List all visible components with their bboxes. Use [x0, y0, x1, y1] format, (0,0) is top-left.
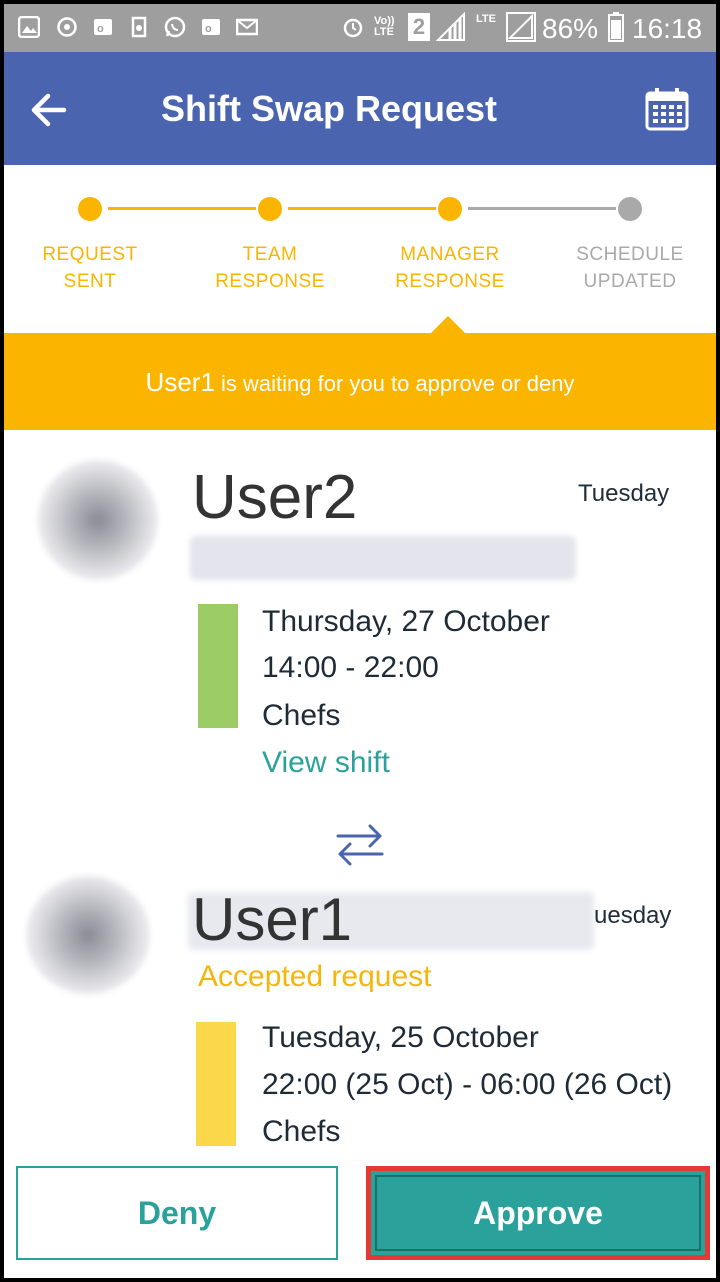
shift-date: Thursday, 27 October [262, 605, 550, 638]
gallery-icon [18, 16, 40, 38]
step-dot-team-response [258, 197, 282, 221]
app-screen: o o Vo)) LTE 2 LTE 86% 16:18 Shift Swap R… [4, 4, 716, 1278]
app-bar: Shift Swap Request [4, 52, 716, 165]
network-label: LTE [476, 13, 496, 25]
banner-pointer [430, 316, 466, 334]
svg-text:o: o [97, 23, 104, 35]
sync-icon [57, 17, 77, 37]
shift-group: Chefs [262, 1115, 341, 1148]
redacted-subtitle [190, 536, 576, 580]
avatar [26, 876, 150, 994]
step-label-line: MANAGER [400, 244, 500, 265]
alarm-icon [343, 18, 363, 38]
shift-time: 14:00 - 22:00 [262, 651, 439, 684]
shift-date: Tuesday, 25 October [262, 1021, 539, 1054]
step-label-line: RESPONSE [215, 271, 325, 292]
recycle-icon [131, 16, 147, 38]
shift-group: Chefs [262, 699, 341, 732]
step-label-line: TEAM [242, 244, 298, 265]
volte-label: Vo)) LTE [374, 15, 395, 38]
battery-percent: 86% [542, 13, 599, 44]
calendar-icon[interactable] [644, 86, 690, 132]
banner-message: User1 is waiting for you to approve or d… [4, 367, 716, 398]
step-label-schedule-updated: SCHEDULE UPDATED [560, 241, 700, 295]
responder-day: uesday [594, 902, 672, 929]
shift-color-bar [196, 1022, 236, 1146]
mail-icon [236, 18, 258, 36]
status-accepted: Accepted request [198, 960, 432, 993]
svg-text:o: o [205, 23, 212, 35]
approve-button-label: Approve [473, 1194, 603, 1231]
swap-arrows-icon [336, 824, 384, 866]
shift-color-bar [198, 604, 238, 728]
avatar [38, 460, 158, 580]
status-bar: o o Vo)) LTE 2 LTE 86% 16:18 [4, 4, 716, 52]
signal-icon [506, 12, 536, 42]
outlook-icon: o [94, 19, 112, 35]
shift-time: 22:00 (25 Oct) - 06:00 (26 Oct) [262, 1068, 673, 1101]
progress-steps: REQUEST SENT TEAM RESPONSE MANAGER RESPO… [4, 165, 716, 333]
step-label-manager-response: MANAGER RESPONSE [380, 241, 520, 295]
step-dot-schedule-updated [618, 197, 642, 221]
whatsapp-icon [164, 16, 186, 38]
banner-text: is waiting for you to approve or deny [214, 371, 575, 396]
sim-indicator: 2 [408, 13, 430, 41]
approve-button[interactable]: Approve [366, 1166, 710, 1260]
requester-day: Tuesday [578, 480, 670, 507]
view-shift-link[interactable]: View shift [262, 746, 390, 780]
signal-icon [436, 12, 465, 41]
step-label-line: SENT [63, 271, 117, 292]
step-label-request-sent: REQUEST SENT [20, 241, 160, 295]
step-label-line: SCHEDULE [576, 244, 684, 265]
step-label-line: UPDATED [583, 271, 677, 292]
requester-name: User2 [192, 463, 358, 532]
outlook-icon: o [202, 19, 220, 35]
progress-track-pending [468, 207, 616, 210]
responder-name: User1 [192, 886, 353, 953]
progress-track-done [288, 207, 436, 210]
deny-button[interactable]: Deny [16, 1166, 338, 1260]
step-label-line: RESPONSE [395, 271, 505, 292]
step-label-line: REQUEST [42, 244, 138, 265]
progress-track-done [108, 207, 256, 210]
clock: 16:18 [632, 13, 703, 44]
page-title: Shift Swap Request [160, 88, 498, 129]
step-dot-manager-response [438, 197, 462, 221]
step-label-team-response: TEAM RESPONSE [200, 241, 340, 295]
banner-user-name: User1 [145, 367, 215, 397]
step-dot-request-sent [78, 197, 102, 221]
battery-icon [608, 12, 624, 42]
status-banner: User1 is waiting for you to approve or d… [4, 333, 716, 430]
